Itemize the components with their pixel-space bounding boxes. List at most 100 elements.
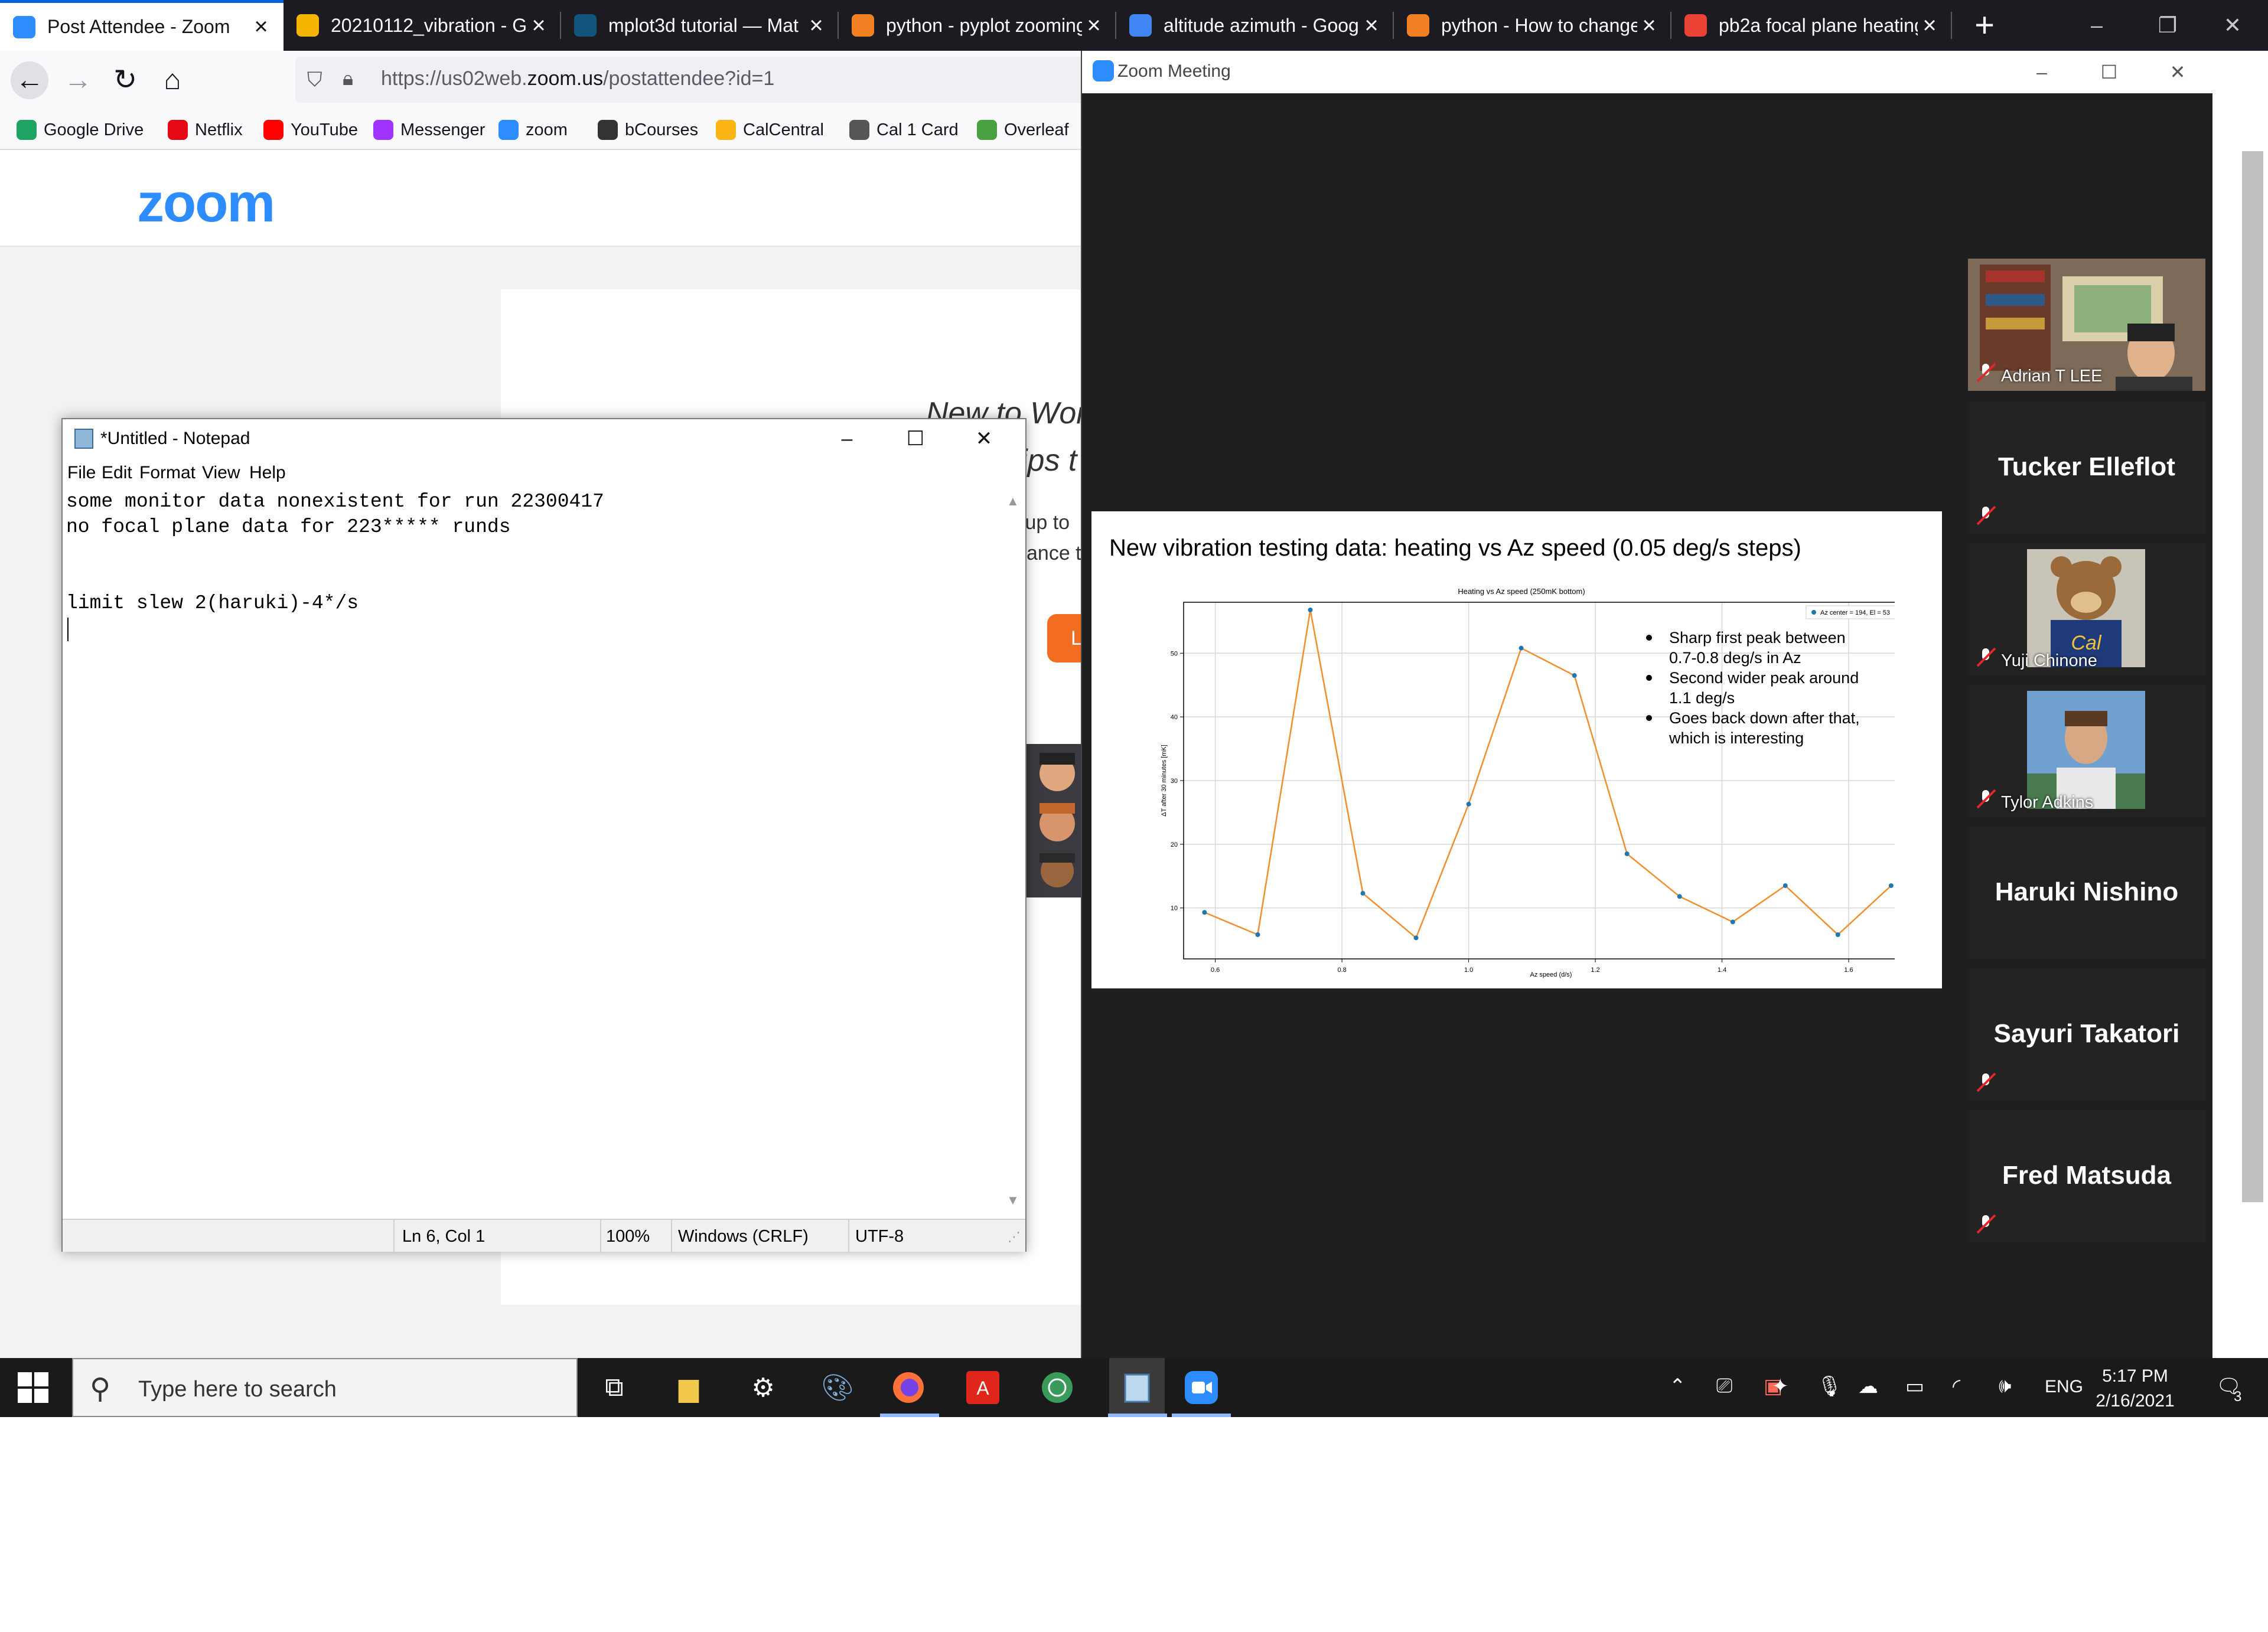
task-view-icon[interactable]: ⧉ <box>594 1367 634 1408</box>
tab-close-icon[interactable]: × <box>527 12 550 39</box>
bookmark-item[interactable]: Overleaf <box>977 117 1069 143</box>
tab-close-icon[interactable]: × <box>1360 12 1383 39</box>
browser-tab[interactable]: mplot3d tutorial — Mat × <box>561 0 839 51</box>
meet-now-icon[interactable]: ⎚ <box>1716 1375 1732 1398</box>
back-button[interactable]: ← <box>11 61 48 99</box>
zoom-logo[interactable]: zoom <box>137 172 275 234</box>
zoom-maximize-button[interactable]: ☐ <box>2077 54 2142 90</box>
settings-icon[interactable]: ⚙ <box>743 1367 783 1408</box>
globe-app-icon[interactable] <box>1037 1367 1077 1408</box>
tab-close-icon[interactable]: × <box>1637 12 1661 39</box>
tab-title: python - How to change <box>1441 14 1637 36</box>
participant-name: Tylor Adkins <box>2001 793 2094 812</box>
tab-close-icon[interactable]: × <box>804 12 828 39</box>
bookmark-item[interactable]: zoom <box>498 117 568 143</box>
bookmark-item[interactable]: Netflix <box>168 117 243 143</box>
menu-file[interactable]: File <box>67 463 96 483</box>
browser-tab[interactable]: pb2a focal plane heating × <box>1671 0 1952 51</box>
browser-tab[interactable]: Post Attendee - Zoom × <box>0 0 284 51</box>
menu-edit[interactable]: Edit <box>102 463 132 483</box>
notepad-minimize-button[interactable]: – <box>813 422 881 456</box>
status-zoom: 100% <box>606 1227 650 1246</box>
menu-view[interactable]: View <box>202 463 240 483</box>
browser-tab[interactable]: python - How to change × <box>1394 0 1671 51</box>
messenger-icon <box>373 120 393 140</box>
wifi-icon[interactable]: ◜ <box>1953 1375 1960 1398</box>
participant-tile[interactable]: Sayuri Takatori <box>1968 968 2205 1101</box>
file-explorer-icon[interactable]: ▆ <box>669 1367 709 1408</box>
participant-tile[interactable]: Tucker Elleflot <box>1968 402 2205 534</box>
muted-mic-icon <box>1976 647 1996 667</box>
participant-tile[interactable]: Fred Matsuda <box>1968 1110 2205 1242</box>
battery-icon[interactable]: ▭ <box>1905 1375 1924 1398</box>
data-point <box>1466 801 1471 807</box>
browser-tab[interactable]: altitude azimuth - Googl × <box>1116 0 1394 51</box>
bookmark-item[interactable]: Google Drive <box>17 117 144 143</box>
bookmark-label: Google Drive <box>44 120 144 139</box>
bookmark-item[interactable]: YouTube <box>263 117 358 143</box>
tab-close-icon[interactable]: × <box>1918 12 1941 39</box>
page-scrollbar[interactable] <box>2242 151 2263 1202</box>
lock-icon[interactable]: 🔒︎ <box>343 67 353 90</box>
zoom-close-button[interactable]: ✕ <box>2145 54 2210 90</box>
reload-button[interactable]: ↻ <box>106 61 144 99</box>
data-point <box>1255 932 1260 938</box>
browser-tab[interactable]: python - pyplot zooming × <box>839 0 1116 51</box>
shield-icon[interactable]: ⛉ <box>307 68 322 92</box>
resize-grip-icon[interactable]: ⋰ <box>1008 1229 1021 1245</box>
bookmark-item[interactable]: bCourses <box>598 117 698 143</box>
notepad-status-bar: Ln 6, Col 1 100% Windows (CRLF) UTF-8 ⋰ <box>63 1219 1025 1253</box>
participant-tile[interactable]: Adrian T LEE <box>1968 259 2205 391</box>
y-tick-label: 30 <box>1171 778 1178 785</box>
participant-tile[interactable]: Haruki Nishino <box>1968 827 2205 959</box>
paint-icon[interactable]: 🎨︎ <box>817 1367 858 1408</box>
taskbar-search-box[interactable]: ⚲ Type here to search <box>72 1358 578 1417</box>
notepad-maximize-button[interactable]: ☐ <box>881 422 950 456</box>
home-button[interactable]: ⌂ <box>154 61 191 99</box>
participant-tile[interactable]: Tylor Adkins <box>1968 685 2205 817</box>
language-indicator[interactable]: ENG <box>2045 1377 2083 1397</box>
notepad-window: *Untitled - Notepad – ☐ ✕ File Edit Form… <box>61 418 1027 1253</box>
browser-tab[interactable]: 20210112_vibration - Go × <box>284 0 561 51</box>
zoom-meeting-title-bar[interactable]: Zoom Meeting – ☐ ✕ <box>1082 51 2212 93</box>
restore-icon[interactable]: ❐ <box>2132 0 2203 51</box>
firefox-icon[interactable] <box>888 1367 928 1408</box>
dropbox-icon[interactable]: ✦ <box>1772 1375 1789 1398</box>
tab-close-icon[interactable]: × <box>249 14 273 40</box>
bullet-2: Second wider peak around 1.1 deg/s <box>1669 669 1859 707</box>
notepad-taskbar-icon[interactable] <box>1109 1358 1165 1417</box>
notepad-text-area[interactable]: some monitor data nonexistent for run 22… <box>66 489 999 1044</box>
notepad-title-bar[interactable]: *Untitled - Notepad – ☐ ✕ <box>63 419 1025 458</box>
bookmark-item[interactable]: Cal 1 Card <box>849 117 959 143</box>
bookmark-label: Overleaf <box>1004 120 1069 139</box>
bookmark-label: YouTube <box>291 120 358 139</box>
notepad-close-button[interactable]: ✕ <box>950 422 1018 456</box>
minimize-icon[interactable]: – <box>2061 0 2132 51</box>
close-icon[interactable]: ✕ <box>2197 0 2268 51</box>
acrobat-icon[interactable]: A <box>963 1367 1003 1408</box>
bookmark-item[interactable]: Messenger <box>373 117 485 143</box>
url-text[interactable]: https://us02web.zoom.us/postattendee?id=… <box>381 67 774 90</box>
bookmark-item[interactable]: CalCentral <box>716 117 824 143</box>
participant-tile[interactable]: Cal Yuji Chinone <box>1968 543 2205 675</box>
notepad-menu-bar: File Edit Format View Help <box>63 458 1025 485</box>
windows-start-icon[interactable] <box>18 1372 48 1403</box>
volume-icon[interactable]: 🕪︎ <box>1999 1375 2011 1398</box>
chevron-up-icon[interactable]: ⌃ <box>1669 1375 1686 1398</box>
zoom-taskbar-icon[interactable] <box>1181 1367 1221 1408</box>
data-point <box>1572 673 1577 678</box>
url-bar[interactable]: ⛉ 🔒︎ https://us02web.zoom.us/postattende… <box>295 57 1087 103</box>
onedrive-icon[interactable]: ☁ <box>1858 1375 1878 1398</box>
scroll-up-icon[interactable]: ▲ <box>1006 494 1019 509</box>
microphone-icon[interactable]: 🎙︎ <box>1817 1375 1842 1398</box>
notepad-vertical-scrollbar[interactable]: ▲ <box>1002 487 1025 1632</box>
new-tab-button[interactable]: + <box>1964 5 2005 46</box>
scroll-down-icon[interactable]: ▼ <box>1006 1193 1019 1208</box>
menu-help[interactable]: Help <box>249 463 286 483</box>
zoom-minimize-button[interactable]: – <box>2009 54 2074 90</box>
tab-close-icon[interactable]: × <box>1082 12 1106 39</box>
forward-button[interactable]: → <box>59 61 97 99</box>
menu-format[interactable]: Format <box>139 463 195 483</box>
y-tick-label: 20 <box>1171 841 1178 848</box>
taskbar-clock[interactable]: 5:17 PM 2/16/2021 <box>2091 1364 2179 1414</box>
